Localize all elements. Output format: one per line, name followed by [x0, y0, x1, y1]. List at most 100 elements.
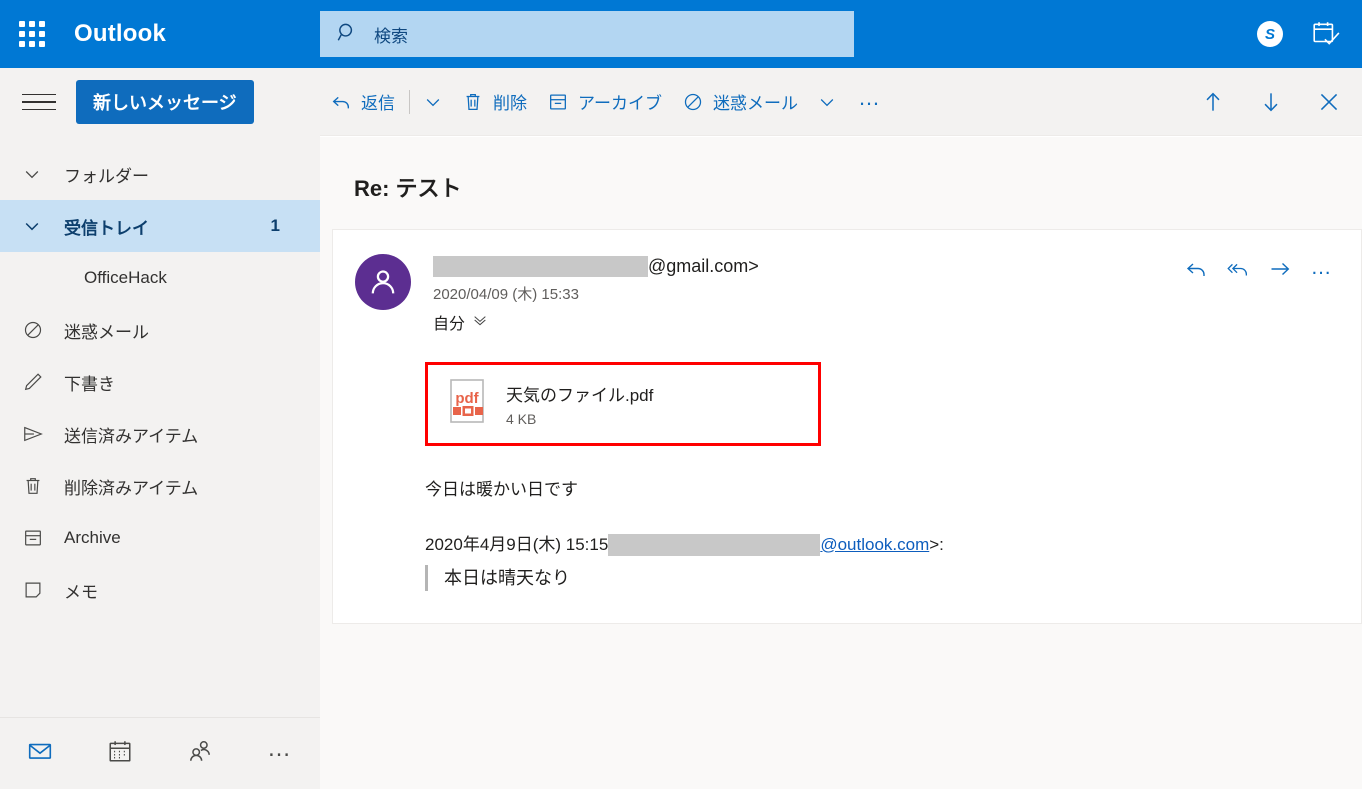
message-body-text: 今日は暖かい日です — [425, 480, 578, 499]
sidebar-item-label: 受信トレイ — [64, 218, 149, 238]
message-body: 今日は暖かい日です 2020年4月9日(木) 15:15 @outlook.co… — [425, 478, 1361, 592]
up-arrow-icon — [1200, 89, 1226, 115]
junk-options-dropdown[interactable] — [808, 80, 846, 124]
new-message-button[interactable]: 新しいメッセージ — [76, 80, 254, 124]
calendar-check-icon[interactable] — [1298, 6, 1354, 62]
reply-button[interactable]: 返信 — [320, 80, 405, 124]
archive-box-icon — [547, 91, 569, 113]
quoted-message-text: 本日は晴天なり — [425, 565, 1361, 592]
sidebar-item-officehack[interactable]: OfficeHack — [0, 252, 320, 304]
pencil-icon — [22, 371, 64, 393]
redacted-sender-address — [433, 256, 648, 277]
reply-arrow-icon — [330, 91, 352, 113]
sidebar-item-folders[interactable]: フォルダー — [0, 148, 320, 200]
sidebar-header: 新しいメッセージ — [0, 68, 320, 136]
attachment-filesize: 4 KB — [506, 411, 537, 427]
recipients-label: 自分 — [433, 316, 466, 333]
sidebar-item-label: メモ — [64, 582, 98, 602]
redacted-quoted-address — [608, 533, 821, 556]
nav-mail-button[interactable] — [0, 738, 80, 769]
reply-all-arrow-icon — [1225, 257, 1251, 286]
sidebar-item-label: OfficeHack — [84, 268, 167, 287]
next-message-button[interactable] — [1242, 80, 1300, 124]
delete-button[interactable]: 削除 — [452, 80, 537, 124]
sender-line: @gmail.com> — [433, 256, 759, 277]
overflow-menu-button[interactable]: … — [846, 80, 894, 124]
block-circle-icon — [22, 319, 64, 341]
sidebar-item-drafts[interactable]: 下書き — [0, 356, 320, 408]
trash-icon — [22, 475, 64, 497]
message-action-icons: … — [1175, 252, 1343, 290]
sender-domain: @gmail.com> — [648, 256, 759, 276]
junk-button[interactable]: 迷惑メール — [672, 80, 808, 124]
close-reading-pane-button[interactable] — [1300, 80, 1358, 124]
reading-pane: Re: テスト … @gmail.com> 2020/04/09 (木) 15:… — [320, 137, 1362, 789]
unread-count-badge: 1 — [270, 216, 280, 235]
hamburger-icon[interactable] — [22, 93, 56, 111]
nav-calendar-button[interactable] — [80, 738, 160, 769]
search-input[interactable]: 検索 — [320, 11, 854, 57]
archive-label: アーカイブ — [578, 94, 662, 113]
recipients-toggle[interactable]: 自分 — [433, 310, 759, 334]
sidebar-item-sent[interactable]: 送信済みアイテム — [0, 408, 320, 460]
sidebar-item-junk[interactable]: 迷惑メール — [0, 304, 320, 356]
delete-label: 削除 — [493, 94, 527, 113]
nav-more-button[interactable]: … — [240, 737, 320, 770]
reply-options-dropdown[interactable] — [414, 80, 452, 124]
waffle-grid-icon[interactable] — [8, 10, 56, 58]
down-arrow-icon — [1258, 89, 1284, 115]
people-icon — [187, 738, 213, 769]
quoted-email-link[interactable]: @outlook.com — [820, 533, 929, 558]
note-icon — [22, 579, 64, 601]
chevron-down-icon — [423, 92, 443, 112]
command-bar-right-group — [1184, 80, 1358, 124]
close-x-icon — [1316, 89, 1342, 115]
calendar-icon — [107, 738, 133, 769]
navigation-sidebar: 新しいメッセージ フォルダー 受信トレイ 1 OfficeHack 迷惑メール … — [0, 68, 320, 789]
junk-label: 迷惑メール — [712, 94, 798, 113]
forward-arrow-icon — [1267, 257, 1293, 286]
sidebar-item-notes[interactable]: メモ — [0, 564, 320, 616]
bottom-nav-bar: … — [0, 717, 320, 789]
chevron-down-icon — [817, 92, 837, 112]
skype-icon-letter: S — [1264, 25, 1275, 43]
search-icon — [336, 21, 358, 48]
sidebar-item-inbox[interactable]: 受信トレイ 1 — [0, 200, 320, 252]
chevron-down-icon — [22, 216, 64, 236]
archive-button[interactable]: アーカイブ — [537, 80, 672, 124]
search-placeholder: 検索 — [374, 26, 408, 46]
attachment-card[interactable]: pdf 天気のファイル.pdf 4 KB — [425, 362, 821, 446]
sidebar-item-archive[interactable]: Archive — [0, 512, 320, 564]
top-header-bar: Outlook 検索 S — [0, 0, 1362, 68]
previous-message-button[interactable] — [1184, 80, 1242, 124]
message-reply-button[interactable] — [1175, 252, 1217, 290]
message-more-actions-button[interactable]: … — [1301, 252, 1343, 290]
mail-icon — [27, 738, 53, 769]
block-circle-icon — [682, 91, 704, 113]
chevron-down-icon — [22, 164, 64, 184]
sidebar-item-label: フォルダー — [64, 166, 149, 186]
quoted-date: 2020年4月9日(木) 15:15 — [425, 534, 609, 554]
pdf-file-icon: pdf — [446, 378, 488, 431]
sidebar-item-label: Archive — [64, 528, 121, 547]
send-icon — [22, 423, 64, 445]
message-subject: Re: テスト — [354, 176, 462, 201]
message-forward-button[interactable] — [1259, 252, 1301, 290]
message-datetime: 2020/04/09 (木) 15:33 — [433, 286, 579, 303]
command-separator — [409, 89, 410, 114]
quoted-header-line: 2020年4月9日(木) 15:15 @outlook.com >: — [425, 533, 1361, 558]
sidebar-item-label: 削除済みアイテム — [64, 478, 199, 498]
message-meta: @gmail.com> 2020/04/09 (木) 15:33 自分 — [433, 254, 759, 334]
folder-list: フォルダー 受信トレイ 1 OfficeHack 迷惑メール 下書き 送信済みア… — [0, 136, 320, 616]
app-brand-title: Outlook — [74, 20, 167, 47]
message-reply-all-button[interactable] — [1217, 252, 1259, 290]
nav-people-button[interactable] — [160, 738, 240, 769]
sidebar-item-label: 迷惑メール — [64, 322, 149, 342]
quoted-email-suffix: >: — [929, 534, 944, 554]
archive-box-icon — [22, 527, 64, 549]
avatar — [355, 254, 411, 310]
header-right-icons: S — [1242, 0, 1354, 68]
skype-icon[interactable]: S — [1242, 6, 1298, 62]
sidebar-item-deleted[interactable]: 削除済みアイテム — [0, 460, 320, 512]
sidebar-item-label: 下書き — [64, 374, 115, 394]
